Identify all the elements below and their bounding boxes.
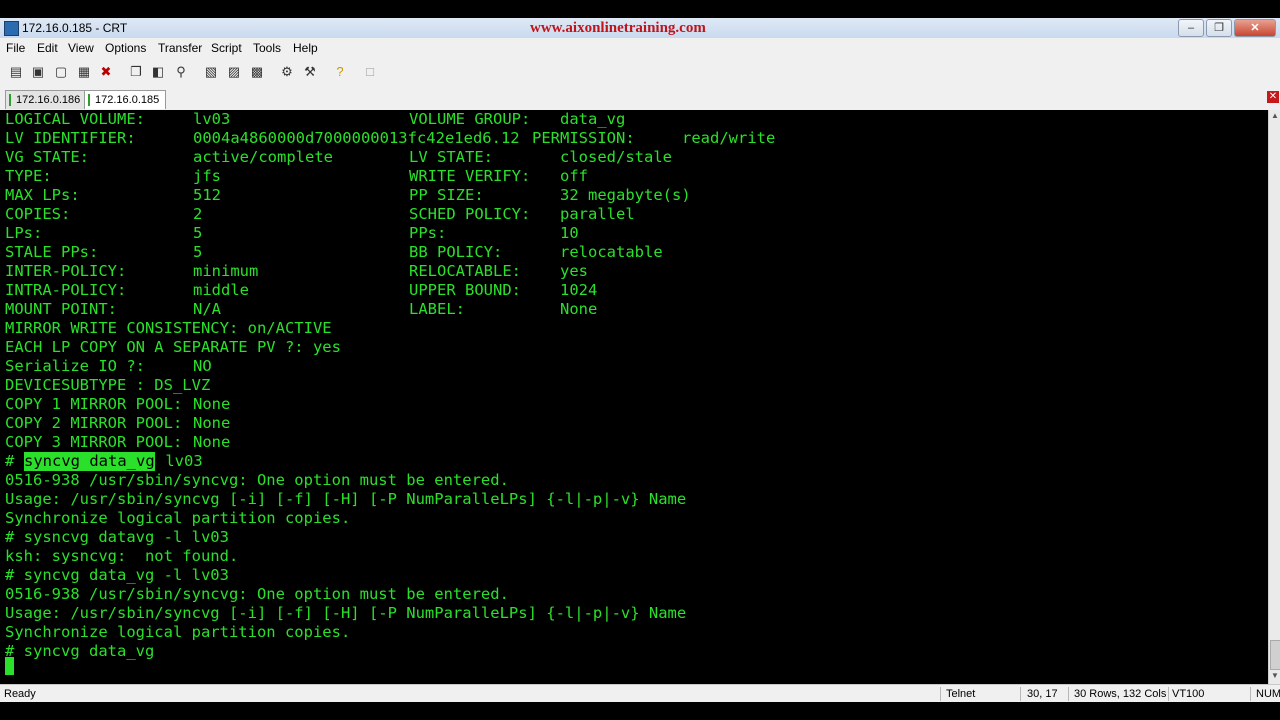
- help-icon[interactable]: ?: [332, 64, 348, 80]
- status-ready: Ready: [4, 688, 36, 700]
- find-icon[interactable]: ⚲: [173, 64, 189, 80]
- status-bar: Ready Telnet 30, 17 30 Rows, 132 Cols VT…: [0, 684, 1280, 703]
- connect-icon[interactable]: ▤: [8, 64, 24, 80]
- status-cursor-position: 30, 17: [1027, 688, 1058, 700]
- close-tab-icon[interactable]: ✕: [1267, 91, 1279, 103]
- title-bar: 172.16.0.185 - CRT www.aixonlinetraining…: [0, 18, 1280, 38]
- status-divider: [1250, 687, 1251, 701]
- menu-options[interactable]: Options: [105, 41, 146, 55]
- scroll-up-icon[interactable]: ▲: [1269, 110, 1280, 122]
- minimize-icon[interactable]: –: [1178, 19, 1204, 37]
- terminal-cursor: [5, 657, 14, 675]
- disconnect-icon[interactable]: ✖: [98, 64, 114, 80]
- quick-connect-icon[interactable]: ▣: [30, 64, 46, 80]
- copy-icon[interactable]: ❐: [128, 64, 144, 80]
- menu-transfer[interactable]: Transfer: [158, 41, 202, 55]
- keymap-icon[interactable]: □: [362, 64, 378, 80]
- vertical-scrollbar[interactable]: ▲ ▼: [1268, 110, 1280, 684]
- menu-view[interactable]: View: [68, 41, 94, 55]
- menu-file[interactable]: File: [6, 41, 25, 55]
- app-icon: [4, 21, 19, 36]
- scroll-down-icon[interactable]: ▼: [1269, 670, 1280, 682]
- status-terminal-size: 30 Rows, 132 Cols: [1074, 688, 1167, 700]
- tab-session-185[interactable]: 172.16.0.185: [84, 90, 167, 109]
- scrollbar-thumb[interactable]: [1270, 640, 1280, 670]
- status-numlock: NUM: [1256, 688, 1280, 700]
- site-watermark: www.aixonlinetraining.com: [530, 20, 706, 36]
- print-icon[interactable]: ▧: [203, 64, 219, 80]
- maximize-icon[interactable]: ❐: [1206, 19, 1232, 37]
- toolbar: ▤ ▣ ▢ ▦ ✖ ❐ ◧ ⚲ ▧ ▨ ▩ ⚙ ⚒ ? □: [0, 58, 1280, 89]
- menu-bar: File Edit View Options Transfer Script T…: [0, 38, 1280, 58]
- window-controls: – ❐ ✕: [1178, 19, 1276, 37]
- close-icon[interactable]: ✕: [1234, 19, 1276, 37]
- connect-in-tab-icon[interactable]: ▢: [53, 64, 69, 80]
- menu-help[interactable]: Help: [293, 41, 318, 55]
- status-divider: [1168, 687, 1169, 701]
- session-options-icon[interactable]: ⚙: [279, 64, 295, 80]
- reconnect-icon[interactable]: ▦: [76, 64, 92, 80]
- print-selection-icon[interactable]: ▨: [226, 64, 242, 80]
- menu-edit[interactable]: Edit: [37, 41, 58, 55]
- session-tabs: 172.16.0.186 172.16.0.185 ✕: [0, 88, 1280, 110]
- menu-script[interactable]: Script: [211, 41, 242, 55]
- window-title: 172.16.0.185 - CRT: [22, 21, 128, 35]
- screen-bottom-border: [0, 702, 1280, 720]
- status-emulation: VT100: [1172, 688, 1205, 700]
- selected-text: syncvg data_vg: [24, 452, 155, 471]
- status-divider: [940, 687, 941, 701]
- status-protocol: Telnet: [946, 688, 976, 700]
- global-options-icon[interactable]: ⚒: [302, 64, 318, 80]
- tab-status-indicator: [9, 94, 11, 106]
- tab-label: 172.16.0.185: [95, 94, 160, 106]
- status-divider: [1068, 687, 1069, 701]
- status-divider: [1020, 687, 1021, 701]
- paste-icon[interactable]: ◧: [150, 64, 166, 80]
- tab-session-186[interactable]: 172.16.0.186: [5, 90, 88, 109]
- tab-label: 172.16.0.186: [16, 94, 81, 106]
- print-screen-icon[interactable]: ▩: [249, 64, 265, 80]
- terminal-screen[interactable]: LOGICAL VOLUME: lv03 VOLUME GROUP: data_vg …: [0, 110, 1268, 684]
- tab-status-indicator: [88, 94, 90, 106]
- menu-tools[interactable]: Tools: [253, 41, 281, 55]
